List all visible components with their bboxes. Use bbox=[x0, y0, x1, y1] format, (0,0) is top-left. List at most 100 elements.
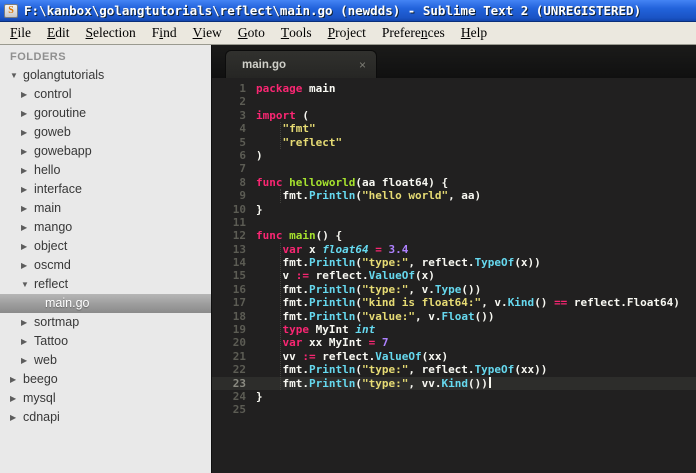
tree-item-mango[interactable]: ▶ mango bbox=[0, 218, 211, 237]
triangle-right-icon[interactable]: ▶ bbox=[21, 218, 34, 237]
window-title-bar: S F:\kanbox\golangtutorials\reflect\main… bbox=[0, 0, 696, 22]
tree-item-reflect[interactable]: ▼ reflect bbox=[0, 275, 211, 294]
code-line[interactable]: 18 fmt.Println("value:", v.Float()) bbox=[212, 310, 696, 323]
code-line[interactable]: 11 bbox=[212, 216, 696, 229]
line-number: 25 bbox=[232, 403, 246, 417]
triangle-right-icon[interactable]: ▶ bbox=[21, 142, 34, 161]
tree-item-gowebapp[interactable]: ▶ gowebapp bbox=[0, 142, 211, 161]
code-line[interactable]: 3 import ( bbox=[212, 109, 696, 122]
code-line[interactable]: 9 fmt.Println("hello world", aa) bbox=[212, 189, 696, 202]
triangle-right-icon[interactable]: ▶ bbox=[21, 85, 34, 104]
menu-item-find[interactable]: Fi nd bbox=[144, 22, 185, 44]
menu-item-preferences[interactable]: Prefere n ces bbox=[374, 22, 453, 44]
code-line[interactable]: 17 fmt.Println("kind is float64:", v.Kin… bbox=[212, 296, 696, 309]
menu-item-view[interactable]: View bbox=[185, 22, 230, 44]
code-line-text: ) bbox=[256, 148, 263, 162]
tree-item-label: control bbox=[34, 87, 72, 101]
triangle-right-icon[interactable]: ▶ bbox=[21, 161, 34, 180]
tree-item-control[interactable]: ▶ control bbox=[0, 85, 211, 104]
tree-item-hello[interactable]: ▶ hello bbox=[0, 161, 211, 180]
tree-item-tattoo[interactable]: ▶ Tattoo bbox=[0, 332, 211, 351]
code-line[interactable]: 15 v := reflect.ValueOf(x) bbox=[212, 269, 696, 282]
code-line[interactable]: 21 vv := reflect.ValueOf(xx) bbox=[212, 350, 696, 363]
line-number: 8 bbox=[239, 175, 246, 189]
triangle-right-icon[interactable]: ▶ bbox=[21, 351, 34, 370]
code-line[interactable]: 12 func main() { bbox=[212, 229, 696, 242]
tree-item-goweb[interactable]: ▶ goweb bbox=[0, 123, 211, 142]
code-line[interactable]: 13 var x float64 = 3.4 bbox=[212, 243, 696, 256]
triangle-down-icon[interactable]: ▼ bbox=[21, 275, 34, 294]
indent-guide bbox=[280, 189, 281, 203]
code-line[interactable]: 16 fmt.Println("type:", v.Type()) bbox=[212, 283, 696, 296]
tree-item-label: main bbox=[34, 201, 62, 215]
code-line-text: vv := reflect.ValueOf(xx) bbox=[256, 349, 449, 363]
triangle-right-icon[interactable]: ▶ bbox=[10, 389, 23, 408]
sidebar: FOLDERS ▼ golangtutorials ▶ control ▶ gorouti… bbox=[0, 45, 212, 473]
triangle-right-icon[interactable]: ▶ bbox=[21, 237, 34, 256]
line-number: 3 bbox=[239, 108, 246, 122]
code-line[interactable]: 23 fmt.Println("type:", vv.Kind()) bbox=[212, 376, 696, 390]
code-line[interactable]: 14 fmt.Println("type:", reflect.TypeOf(x… bbox=[212, 256, 696, 269]
tree-item-beego[interactable]: ▶ beego bbox=[0, 370, 211, 389]
tree-item-web[interactable]: ▶ web bbox=[0, 351, 211, 370]
code-line-text: package main bbox=[256, 82, 336, 95]
triangle-right-icon[interactable]: ▶ bbox=[21, 180, 34, 199]
tree-item-oscmd[interactable]: ▶ oscmd bbox=[0, 256, 211, 275]
tree-item-main[interactable]: ▶ main bbox=[0, 199, 211, 218]
code-line[interactable]: 22 fmt.Println("type:", reflect.TypeOf(x… bbox=[212, 363, 696, 376]
triangle-right-icon[interactable]: ▶ bbox=[21, 104, 34, 123]
line-number: 1 bbox=[239, 82, 246, 95]
code-line[interactable]: 25 bbox=[212, 403, 696, 416]
triangle-right-icon[interactable]: ▶ bbox=[21, 332, 34, 351]
triangle-right-icon[interactable]: ▶ bbox=[21, 313, 34, 332]
tree-item-sortmap[interactable]: ▶ sortmap bbox=[0, 313, 211, 332]
menu-item-help[interactable]: Help bbox=[453, 22, 495, 44]
code-line-text: fmt.Println("kind is float64:", v.Kind()… bbox=[256, 296, 680, 310]
tree-item-main-go[interactable]: main.go bbox=[0, 294, 211, 313]
code-line[interactable]: 8 func helloworld(aa float64) { bbox=[212, 176, 696, 189]
code-line[interactable]: 19 type MyInt int bbox=[212, 323, 696, 336]
tree-item-goroutine[interactable]: ▶ goroutine bbox=[0, 104, 211, 123]
indent-guide bbox=[280, 122, 281, 149]
triangle-right-icon[interactable]: ▶ bbox=[10, 370, 23, 389]
code-line[interactable]: 20 var xx MyInt = 7 bbox=[212, 336, 696, 349]
tree-item-object[interactable]: ▶ object bbox=[0, 237, 211, 256]
code-line[interactable]: 6) bbox=[212, 149, 696, 162]
line-number: 18 bbox=[232, 309, 246, 323]
tab-main-go[interactable]: main.go × bbox=[225, 50, 377, 78]
menu-item-edit[interactable]: Edit bbox=[39, 22, 78, 44]
menu-item-goto[interactable]: Goto bbox=[230, 22, 273, 44]
code-area[interactable]: 1 package main 2 3 import (4 "fmt" 5 "reflect… bbox=[212, 78, 696, 473]
menu-item-tools[interactable]: Tools bbox=[273, 22, 320, 44]
triangle-right-icon[interactable]: ▶ bbox=[10, 408, 23, 427]
code-line[interactable]: 1 package main bbox=[212, 82, 696, 95]
line-number: 16 bbox=[232, 282, 246, 296]
tree-item-golangtutorials[interactable]: ▼ golangtutorials bbox=[0, 66, 211, 85]
tree-item-label: goweb bbox=[34, 125, 71, 139]
tree-item-label: beego bbox=[23, 372, 58, 386]
tree-item-mysql[interactable]: ▶ mysql bbox=[0, 389, 211, 408]
code-line[interactable]: 4 "fmt" bbox=[212, 122, 696, 135]
code-line[interactable]: 10} bbox=[212, 203, 696, 216]
line-number: 6 bbox=[239, 148, 246, 162]
line-number: 5 bbox=[239, 135, 246, 149]
tree-item-label: object bbox=[34, 239, 68, 253]
line-number: 9 bbox=[239, 189, 246, 203]
menu-item-file[interactable]: File bbox=[2, 22, 39, 44]
menu-item-project[interactable]: Project bbox=[320, 22, 374, 44]
tree-item-interface[interactable]: ▶ interface bbox=[0, 180, 211, 199]
menu-item-selection[interactable]: Selection bbox=[78, 22, 144, 44]
code-line[interactable]: 24} bbox=[212, 390, 696, 403]
triangle-down-icon[interactable]: ▼ bbox=[10, 66, 23, 85]
code-line-text: v := reflect.ValueOf(x) bbox=[256, 269, 435, 283]
folder-tree: ▼ golangtutorials ▶ control ▶ goroutine ▶ goweb… bbox=[0, 66, 211, 427]
triangle-right-icon[interactable]: ▶ bbox=[21, 256, 34, 275]
triangle-right-icon[interactable]: ▶ bbox=[21, 123, 34, 142]
code-line[interactable]: 2 bbox=[212, 95, 696, 108]
code-line[interactable]: 7 bbox=[212, 162, 696, 175]
triangle-right-icon[interactable]: ▶ bbox=[21, 199, 34, 218]
tree-item-cdnapi[interactable]: ▶ cdnapi bbox=[0, 408, 211, 427]
code-line[interactable]: 5 "reflect" bbox=[212, 136, 696, 149]
tab-close-icon[interactable]: × bbox=[359, 58, 366, 72]
line-number: 22 bbox=[232, 363, 246, 377]
